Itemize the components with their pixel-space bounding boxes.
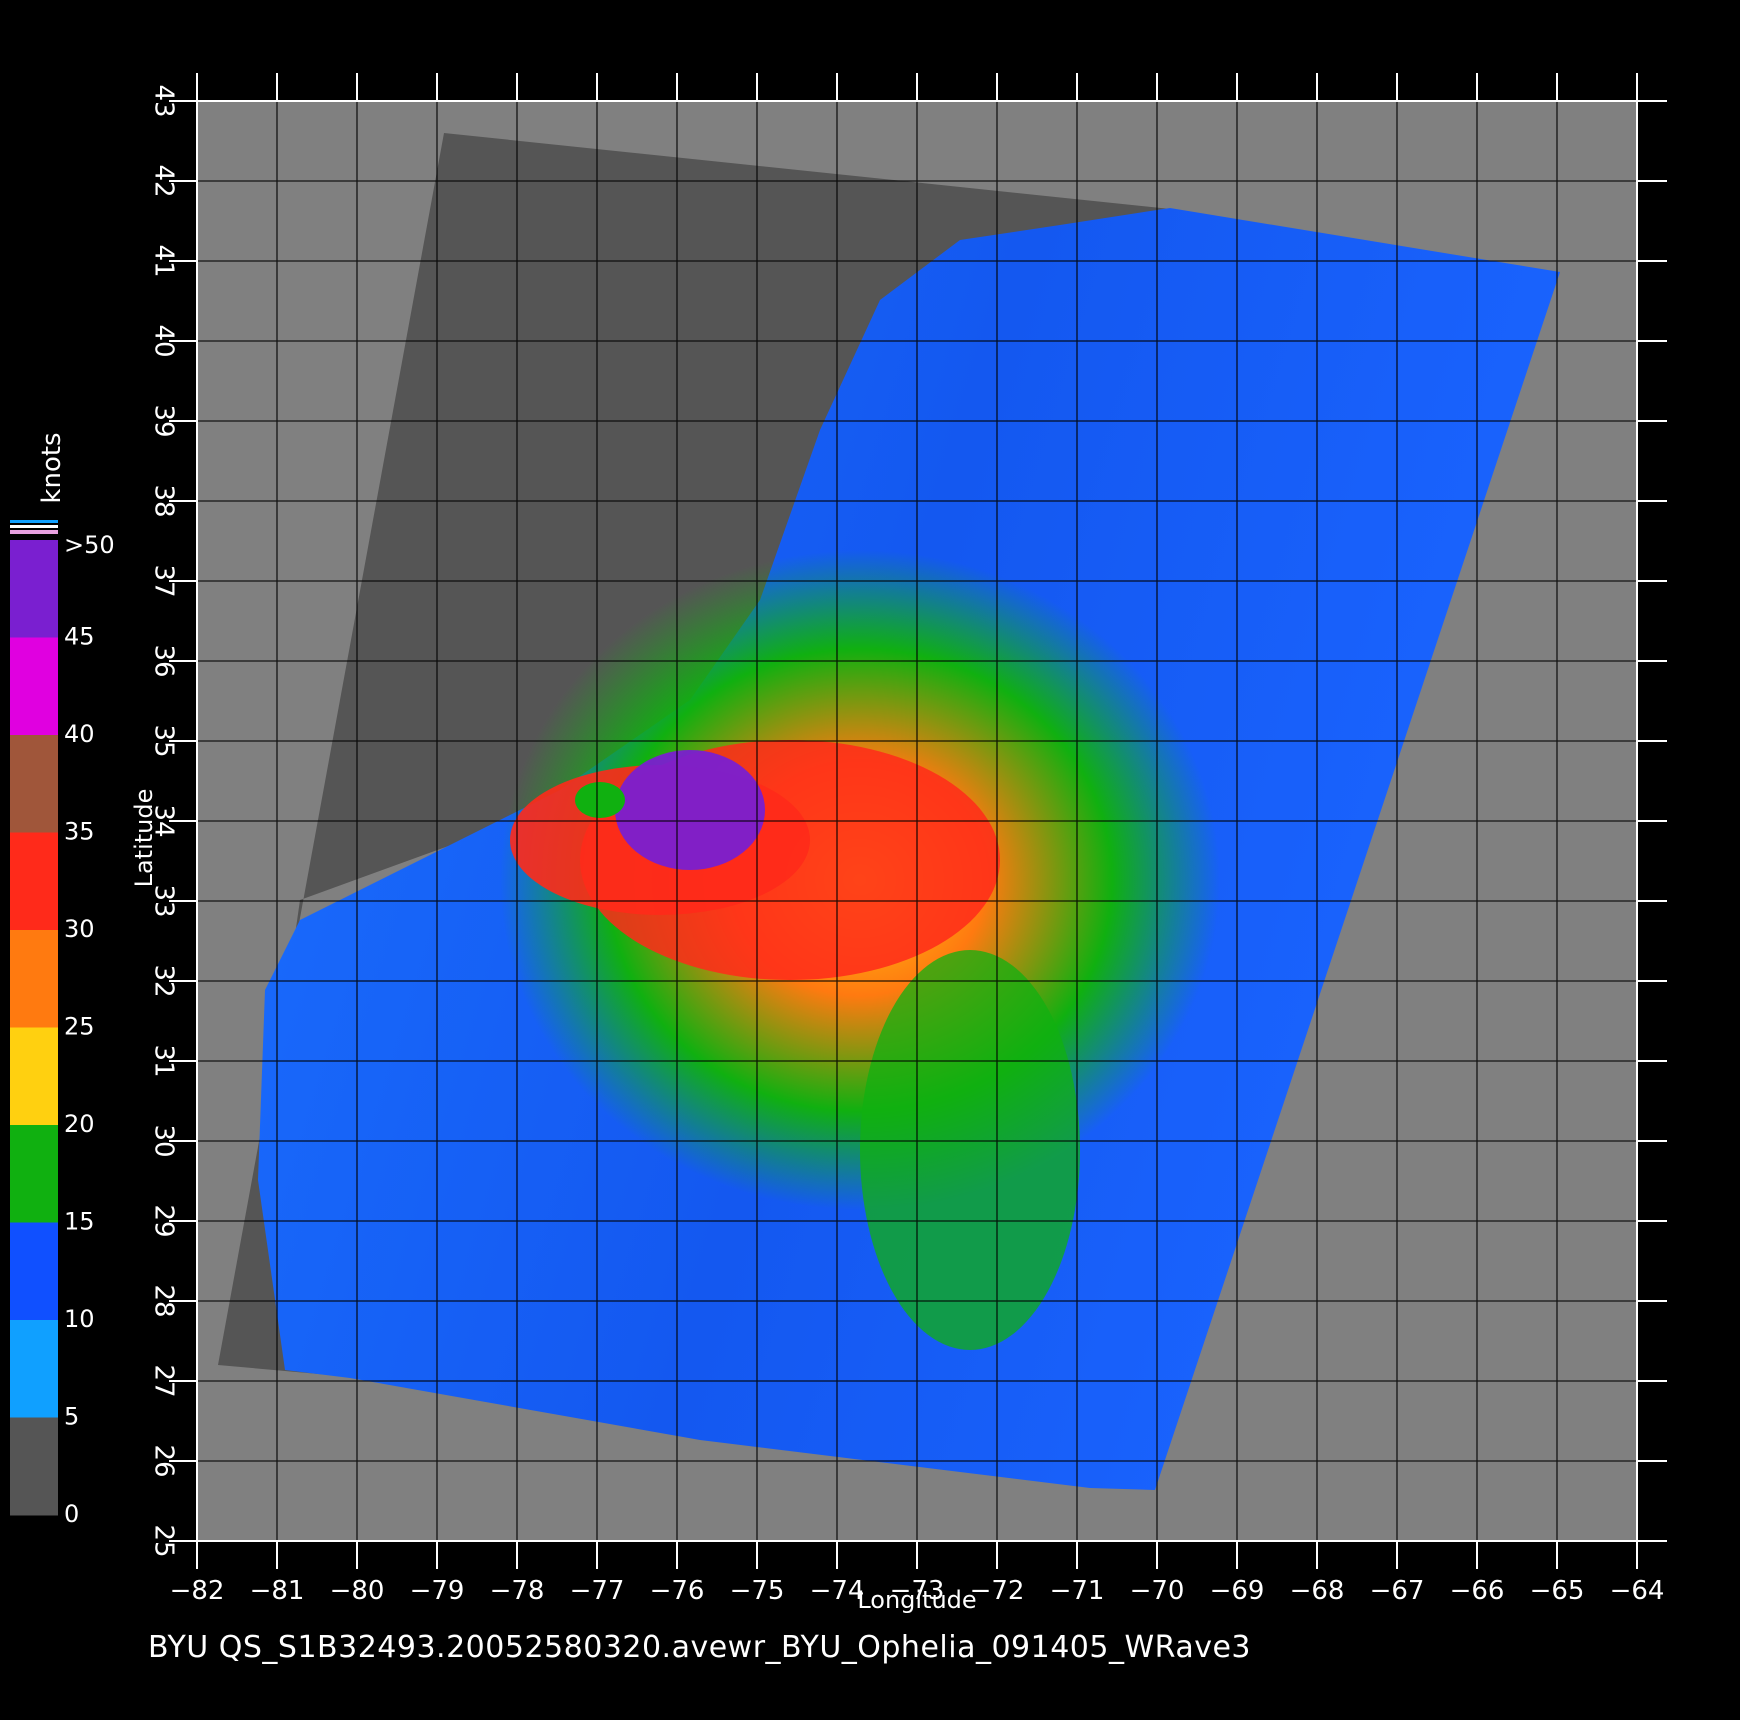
colorbar-top-marker	[10, 525, 58, 528]
colorbar-band	[10, 735, 58, 833]
image-caption: BYU QS_S1B32493.20052580320.avewr_BYU_Op…	[148, 1630, 1252, 1665]
y-tick-label: 35	[149, 724, 179, 757]
x-tick-label: −82	[170, 1576, 225, 1606]
colorbar-label: 30	[64, 915, 95, 943]
x-tick-label: −64	[1610, 1576, 1665, 1606]
colorbar-band	[10, 1027, 58, 1126]
colorbar-band	[10, 1320, 58, 1418]
y-tick-label: 25	[149, 1524, 179, 1557]
y-tick-label: 32	[149, 964, 179, 997]
x-tick-label: −72	[970, 1576, 1025, 1606]
y-tick-label: 39	[149, 404, 179, 437]
colorbar-label: 20	[64, 1110, 95, 1138]
colorbar-band	[10, 832, 58, 931]
colorbar-top-marker	[10, 530, 58, 534]
y-tick-label: 43	[149, 84, 179, 117]
x-tick-label: −79	[410, 1576, 465, 1606]
y-tick-label: 38	[149, 484, 179, 517]
y-tick-label: 33	[149, 884, 179, 917]
wind-speed-colorbar: >50 45 40 35 30 25 20 15 10 5 0 knots	[10, 432, 115, 1528]
x-tick-label: −66	[1450, 1576, 1505, 1606]
y-tick-label: 30	[149, 1124, 179, 1157]
colorbar-label: 15	[64, 1208, 95, 1236]
colorbar-label: 5	[64, 1403, 79, 1431]
x-tick-label: −70	[1130, 1576, 1185, 1606]
y-tick-label: 27	[149, 1364, 179, 1397]
y-tick-label: 28	[149, 1284, 179, 1317]
x-tick-label: −69	[1210, 1576, 1265, 1606]
y-tick-label: 41	[149, 244, 179, 277]
y-axis-label: Latitude	[130, 789, 158, 888]
colorbar-band	[10, 930, 58, 1028]
colorbar-band	[10, 540, 58, 638]
colorbar-label: 35	[64, 818, 95, 846]
colorbar-band	[10, 1125, 58, 1223]
x-axis-label: Longitude	[857, 1586, 976, 1614]
x-tick-label: −80	[330, 1576, 385, 1606]
y-tick-label: 29	[149, 1204, 179, 1237]
x-tick-label: −77	[570, 1576, 625, 1606]
x-tick-label: −75	[730, 1576, 785, 1606]
colorbar-title: knots	[37, 432, 67, 503]
colorbar-label: 45	[64, 623, 95, 651]
colorbar-label: 10	[64, 1305, 95, 1333]
x-tick-label: −65	[1530, 1576, 1585, 1606]
colorbar-top-marker	[10, 520, 58, 523]
x-tick-label: −81	[250, 1576, 305, 1606]
y-tick-label: 31	[149, 1044, 179, 1077]
x-tick-label: −74	[810, 1576, 865, 1606]
colorbar-label: 25	[64, 1013, 95, 1041]
colorbar-band	[10, 1417, 58, 1516]
x-tick-label: −67	[1370, 1576, 1425, 1606]
colorbar-label: 0	[64, 1500, 79, 1528]
y-tick-label: 26	[149, 1444, 179, 1477]
colorbar-label: >50	[64, 531, 115, 559]
x-tick-label: −78	[490, 1576, 545, 1606]
colorbar-label: 40	[64, 720, 95, 748]
x-tick-label: −76	[650, 1576, 705, 1606]
y-tick-label: 42	[149, 164, 179, 197]
wind-speed-map-figure: −82 −81 −80 −79 −78 −77 −76 −75 −74 −73 −72 −71 −70−…	[10, 73, 1667, 1614]
map-plot-area	[197, 101, 1637, 1541]
colorbar-band	[10, 637, 58, 736]
y-tick-label: 37	[149, 564, 179, 597]
colorbar-band	[10, 1222, 58, 1321]
y-tick-label: 36	[149, 644, 179, 677]
y-tick-label: 40	[149, 324, 179, 357]
x-tick-label: −68	[1290, 1576, 1345, 1606]
x-tick-label: −71	[1050, 1576, 1105, 1606]
